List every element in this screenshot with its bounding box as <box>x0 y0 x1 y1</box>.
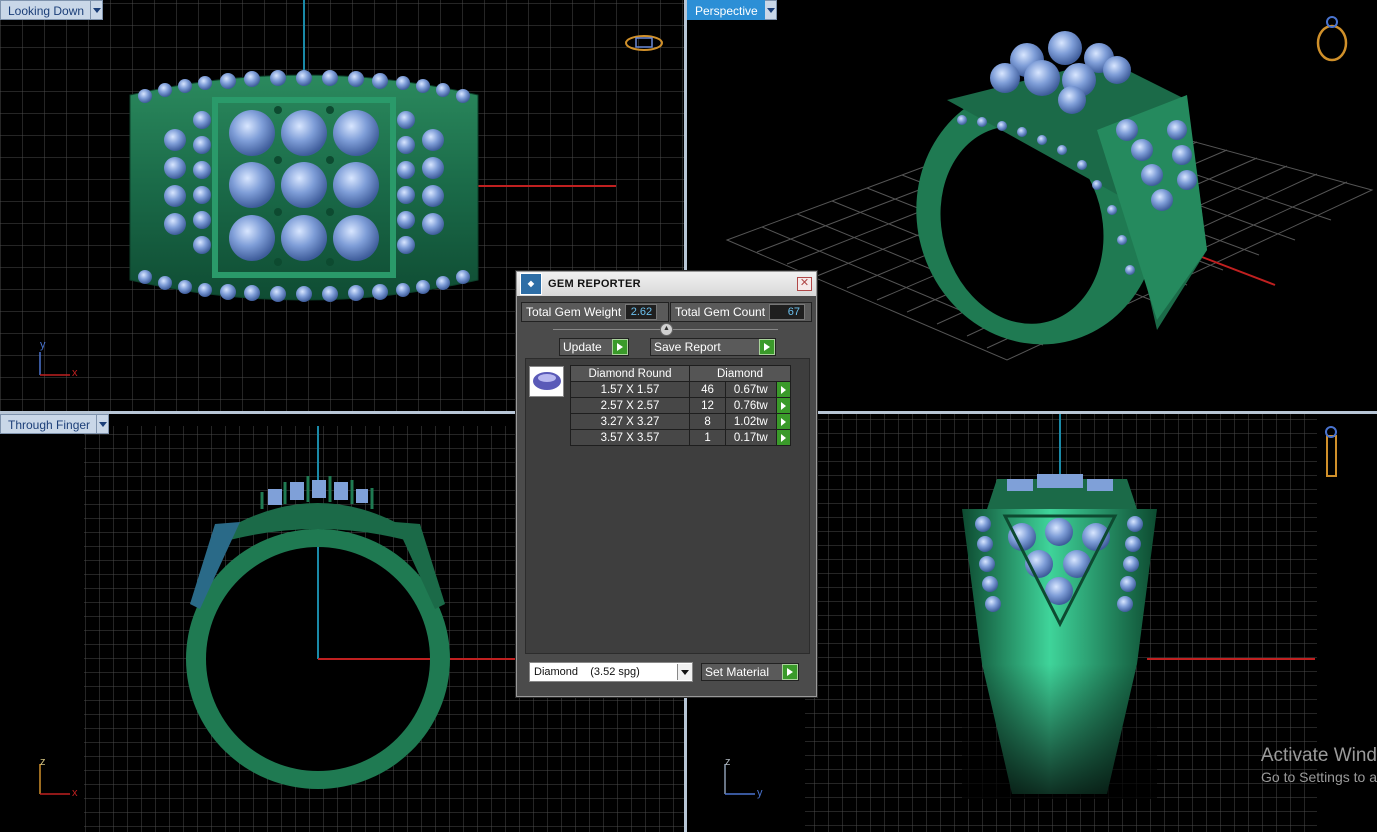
gem-center-cluster <box>229 110 379 261</box>
gem-weight: 0.17tw <box>725 429 777 446</box>
play-icon[interactable] <box>775 413 792 430</box>
gem-weight: 1.02tw <box>725 413 777 430</box>
table-row[interactable]: 2.57 X 2.57 12 0.76tw <box>570 397 792 414</box>
material-select-value: Diamond (3.52 spg) <box>534 666 640 678</box>
axis-label-b: x <box>72 787 78 799</box>
viewport-label[interactable]: Looking Down <box>0 0 92 20</box>
axis-label-a: y <box>40 339 46 351</box>
activation-watermark-title: Activate Wind <box>1260 745 1377 766</box>
total-gem-weight-label: Total Gem Weight <box>526 305 622 319</box>
total-gem-count-value: 67 <box>769 304 806 320</box>
dropdown-arrow-icon[interactable] <box>91 0 104 20</box>
column-header: Diamond Round <box>570 365 690 382</box>
table-row[interactable]: 3.27 X 3.27 8 1.02tw <box>570 413 792 430</box>
total-gem-count: Total Gem Count 67 <box>670 302 812 322</box>
viewport-tab-perspective[interactable]: Perspective <box>687 0 777 20</box>
set-material-button-label: Set Material <box>705 665 770 679</box>
gem-count: 8 <box>688 413 727 430</box>
gem-reporter-dialog: ◆ GEM REPORTER ✕ Total Gem Weight 2.62 T… <box>516 271 817 697</box>
table-row[interactable]: 1.57 X 1.57 46 0.67tw <box>570 381 792 398</box>
play-icon <box>759 339 775 355</box>
total-gem-count-label: Total Gem Count <box>675 305 766 319</box>
viewport-label[interactable]: Perspective <box>687 0 765 20</box>
update-button-label: Update <box>563 340 602 354</box>
dialog-title: GEM REPORTER <box>548 278 641 290</box>
play-icon[interactable] <box>775 381 792 398</box>
gem-weight: 0.76tw <box>725 397 777 414</box>
dropdown-arrow-icon[interactable] <box>97 414 110 434</box>
play-icon <box>782 664 798 680</box>
dropdown-arrow-icon[interactable] <box>764 0 777 20</box>
gem-count: 1 <box>688 429 727 446</box>
save-report-button[interactable]: Save Report <box>650 338 776 356</box>
gem-size: 1.57 X 1.57 <box>570 381 690 398</box>
gem-size: 2.57 X 2.57 <box>570 397 690 414</box>
play-icon[interactable] <box>775 397 792 414</box>
gem-table: Diamond Round Diamond 1.57 X 1.57 46 0.6… <box>570 365 792 446</box>
viewport-tab-looking-down[interactable]: Looking Down <box>0 0 104 20</box>
play-icon[interactable] <box>775 429 792 446</box>
column-header: Diamond <box>689 365 791 382</box>
total-gem-weight: Total Gem Weight 2.62 <box>521 302 669 322</box>
total-gem-weight-value: 2.62 <box>625 304 658 320</box>
update-button[interactable]: Update <box>559 338 629 356</box>
material-select[interactable]: Diamond (3.52 spg) <box>529 662 693 682</box>
axis-label-a: z <box>725 756 731 768</box>
viewport-label[interactable]: Through Finger <box>0 414 98 434</box>
gem-size: 3.57 X 3.57 <box>570 429 690 446</box>
axis-label-a: z <box>40 756 46 768</box>
dialog-title-bar[interactable]: ◆ GEM REPORTER ✕ <box>517 272 816 296</box>
axis-label-b: y <box>757 787 763 799</box>
gem-count: 46 <box>688 381 727 398</box>
close-icon[interactable]: ✕ <box>797 277 812 291</box>
ring-perspective-icon[interactable] <box>1316 16 1348 62</box>
table-header-row: Diamond Round Diamond <box>570 365 791 382</box>
collapse-toggle-icon[interactable]: ▲ <box>660 323 673 336</box>
ring-side-icon[interactable] <box>1325 426 1337 477</box>
gem-report-panel: Diamond Round Diamond 1.57 X 1.57 46 0.6… <box>525 358 810 654</box>
gem-weight: 0.67tw <box>725 381 777 398</box>
chevron-down-icon[interactable] <box>677 664 692 680</box>
set-material-button[interactable]: Set Material <box>701 663 799 681</box>
activation-watermark-subtitle: Go to Settings to a <box>1261 769 1377 785</box>
save-report-button-label: Save Report <box>654 340 721 354</box>
gem-icon: ◆ <box>520 273 542 295</box>
gem-count: 12 <box>688 397 727 414</box>
play-icon <box>612 339 628 355</box>
viewport-tab-through-finger[interactable]: Through Finger <box>0 414 110 434</box>
table-row[interactable]: 3.57 X 3.57 1 0.17tw <box>570 429 792 446</box>
axis-label-b: x <box>72 367 78 379</box>
gem-icon[interactable] <box>529 366 564 397</box>
gem-size: 3.27 X 3.27 <box>570 413 690 430</box>
